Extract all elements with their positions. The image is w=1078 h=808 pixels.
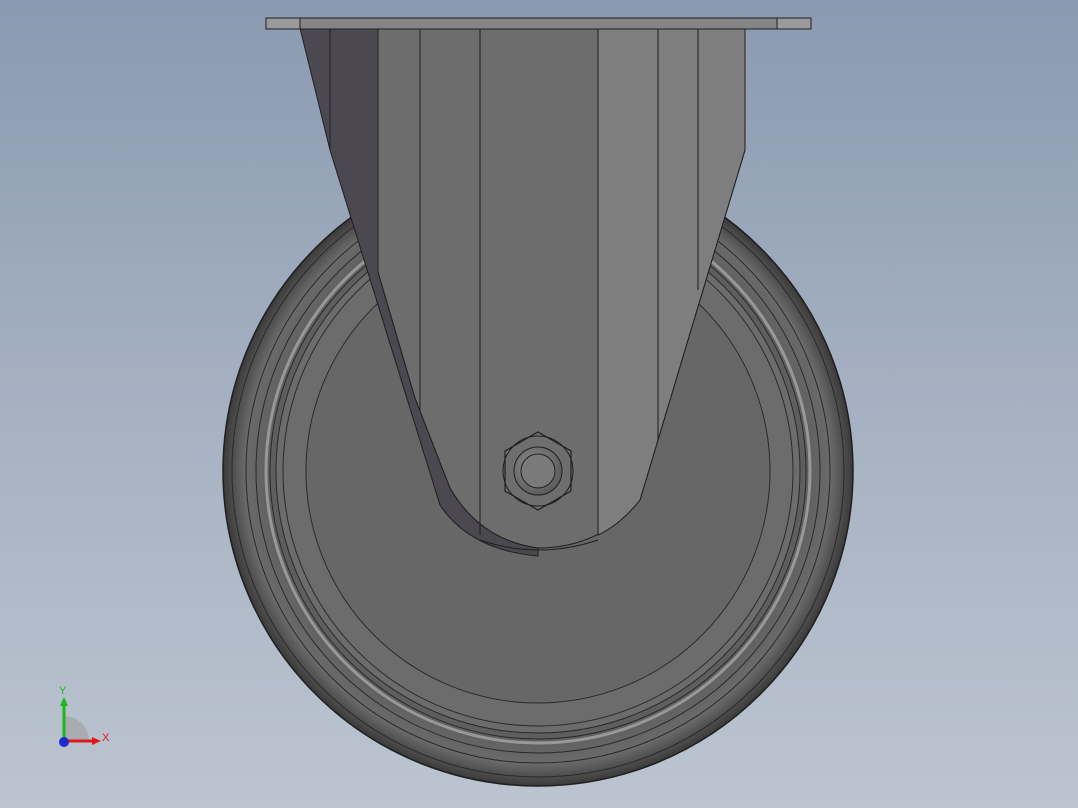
reference-triad: Y X xyxy=(44,684,124,756)
triad-graphic xyxy=(59,697,101,747)
y-axis-label: Y xyxy=(59,685,67,697)
mounting-plate[interactable] xyxy=(265,17,812,30)
caster-wheel-model[interactable] xyxy=(0,0,1078,808)
z-axis-dot xyxy=(59,737,69,747)
x-axis-label: X xyxy=(102,732,110,744)
graphics-viewport[interactable]: Y X xyxy=(0,0,1078,808)
